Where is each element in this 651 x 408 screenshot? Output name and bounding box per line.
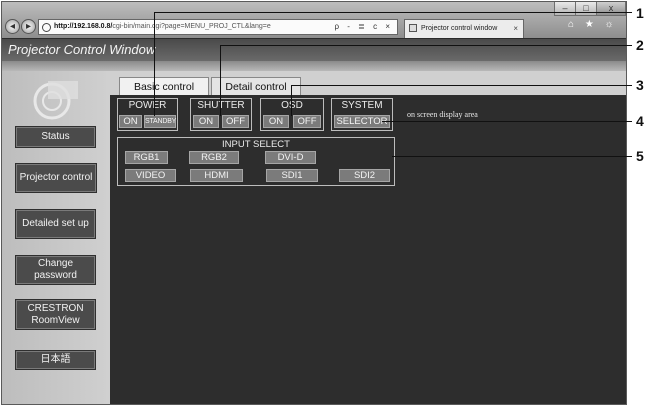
sidebar-item-projector-control[interactable]: Projector control [15, 163, 97, 193]
osd-on-button[interactable]: ON [263, 115, 289, 128]
power-standby-button[interactable]: STANDBY [144, 115, 176, 128]
tab-title: Projector control window [421, 25, 498, 32]
input-hdmi-button[interactable]: HDMI [190, 169, 243, 182]
input-sdi1-button[interactable]: SDI1 [266, 169, 318, 182]
sidebar-item-label: Change password [34, 258, 77, 281]
osd-note: on screen display area [407, 110, 478, 119]
header-strip [2, 61, 626, 71]
input-select-title: INPUT SELECT [222, 139, 290, 150]
panasonic-logo-icon [33, 81, 78, 120]
minimize-button[interactable]: – [554, 2, 576, 16]
input-sdi2-button[interactable]: SDI2 [339, 169, 390, 182]
callout-number-1: 1 [636, 5, 644, 21]
power-label: POWER [128, 100, 167, 111]
callout-2-line [220, 45, 632, 46]
control-panel: POWER ON STANDBY SHUTTER ON OFF OSD ON O… [110, 95, 626, 404]
home-favorites-settings-icons[interactable]: ⌂ ★ ☼ [568, 19, 618, 30]
sidebar: Status Projector control Detailed set up… [2, 71, 106, 404]
input-dvi-d-button[interactable]: DVI-D [265, 151, 316, 164]
osd-off-button[interactable]: OFF [293, 115, 321, 128]
favicon-icon [409, 24, 417, 32]
input-video-button[interactable]: VIDEO [125, 169, 176, 182]
tab-close-icon[interactable]: × [513, 20, 518, 37]
sidebar-item-label: Projector control [19, 172, 93, 183]
input-rgb2-button[interactable]: RGB2 [189, 151, 239, 164]
address-bar[interactable]: http://192.168.0.8/cgi-bin/main.cgi?page… [38, 19, 398, 35]
tab-basic-control[interactable]: Basic control [119, 77, 209, 96]
osd-label: OSD [260, 100, 324, 111]
sidebar-item-detailed-set-up[interactable]: Detailed set up [15, 209, 96, 239]
browser-window: – □ x ◂ ▸ http://192.168.0.8/cgi-bin/mai… [1, 1, 627, 405]
callout-2-leader [220, 45, 221, 116]
callout-1-leader [154, 12, 155, 116]
callout-number-5: 5 [636, 148, 644, 164]
close-window-button[interactable]: x [596, 2, 626, 16]
sidebar-item-label: Status [41, 131, 70, 142]
browser-chrome: – □ x ◂ ▸ http://192.168.0.8/cgi-bin/mai… [2, 2, 626, 38]
system-label: SYSTEM [341, 100, 383, 111]
callout-1-line [154, 12, 632, 13]
page-title: Projector Control Window [8, 42, 156, 57]
browser-tab[interactable]: Projector control window × [404, 19, 524, 38]
callout-number-3: 3 [636, 77, 644, 93]
maximize-button[interactable]: □ [575, 2, 597, 16]
forward-arrow-icon[interactable]: ▸ [21, 19, 36, 34]
tab-detail-control[interactable]: Detail control [211, 77, 301, 96]
sidebar-item-label: Detailed set up [22, 218, 89, 229]
sidebar-item-change-password[interactable]: Change password [15, 255, 96, 285]
callout-3-line [291, 85, 632, 86]
shutter-off-button[interactable]: OFF [222, 115, 249, 128]
address-tools-icons[interactable]: ρ - ≣ c × [335, 20, 393, 34]
sidebar-item-crestron-roomview[interactable]: CRESTRON RoomView [15, 299, 96, 330]
callout-5-line [392, 156, 632, 157]
address-host: http://192.168.0.8/ [54, 23, 113, 30]
sidebar-item-status[interactable]: Status [15, 126, 96, 148]
power-on-button[interactable]: ON [119, 115, 142, 128]
sidebar-item-japanese[interactable]: 日本語 [15, 350, 96, 370]
app-header: Projector Control Window [2, 38, 626, 61]
sidebar-item-label: 日本語 [40, 354, 71, 365]
callout-number-4: 4 [636, 113, 644, 129]
address-path: cgi-bin/main.cgi?page=MENU_PROJ_CTL&lang… [112, 23, 271, 30]
input-rgb1-button[interactable]: RGB1 [125, 151, 168, 164]
shutter-label: SHUTTER [190, 100, 252, 111]
callout-4-line [382, 121, 632, 122]
sidebar-item-label: CRESTRON RoomView [27, 302, 84, 326]
callout-3-leader [291, 85, 292, 116]
shutter-on-button[interactable]: ON [193, 115, 219, 128]
callout-number-2: 2 [636, 37, 644, 53]
globe-icon [42, 23, 51, 32]
back-arrow-icon[interactable]: ◂ [5, 19, 20, 34]
